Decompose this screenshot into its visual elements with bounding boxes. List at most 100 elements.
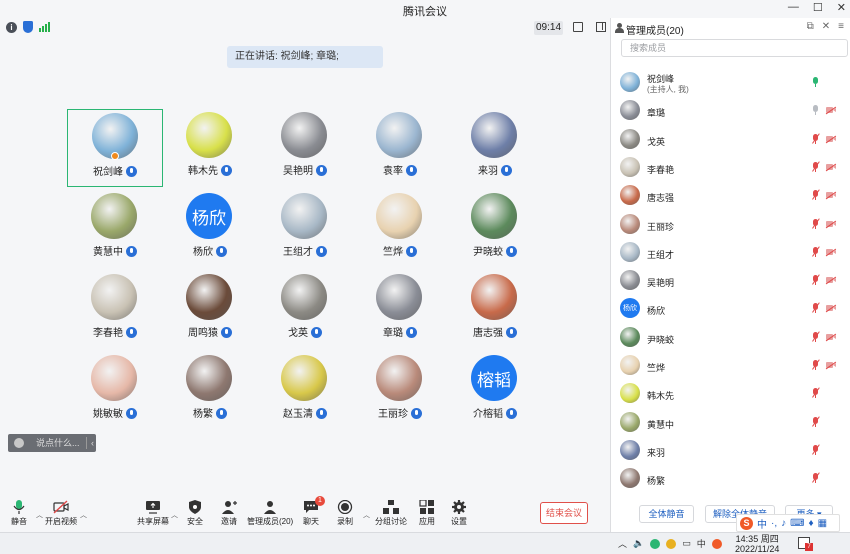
- participant-tile[interactable]: 吴艳明: [257, 109, 353, 187]
- member-row[interactable]: 竺烨: [611, 351, 850, 379]
- member-row[interactable]: 杨繁: [611, 464, 850, 492]
- participant-tile[interactable]: 榕韬 介榕韬: [447, 352, 543, 430]
- share-screen-button[interactable]: 共享屏幕: [136, 500, 170, 527]
- member-row[interactable]: 唐志强: [611, 181, 850, 209]
- toolbox-icon[interactable]: ▦: [818, 518, 827, 529]
- close-icon[interactable]: ✕: [837, 1, 846, 14]
- participant-tile[interactable]: 韩木先: [162, 109, 258, 187]
- chevron-up-icon[interactable]: ︿: [80, 510, 87, 520]
- member-row[interactable]: 杨欣 杨欣: [611, 294, 850, 322]
- info-icon[interactable]: i: [6, 21, 17, 33]
- emoji-icon[interactable]: [14, 438, 24, 448]
- mic-muted-icon[interactable]: [812, 359, 820, 370]
- participant-tile[interactable]: 唐志强: [447, 271, 543, 349]
- app-tray-icon[interactable]: [650, 538, 661, 549]
- participant-tile[interactable]: 赵玉清: [257, 352, 353, 430]
- notification-icon[interactable]: 7: [798, 537, 813, 551]
- security-tray-icon[interactable]: [666, 538, 677, 549]
- camera-off-icon[interactable]: [825, 248, 837, 257]
- chat-button[interactable]: 1 聊天: [300, 496, 325, 527]
- end-meeting-button[interactable]: 结束会议: [540, 502, 588, 524]
- video-button[interactable]: 开启视频: [44, 500, 78, 527]
- participant-tile[interactable]: 尹晓蛟: [447, 190, 543, 268]
- mic-muted-icon[interactable]: [812, 415, 820, 427]
- tray-ime-mode[interactable]: 中: [697, 537, 706, 550]
- participant-tile[interactable]: 来羽: [447, 109, 543, 187]
- mic-muted-icon[interactable]: [812, 274, 820, 286]
- minimize-icon[interactable]: —: [788, 1, 799, 14]
- voice-icon[interactable]: ♪: [781, 518, 786, 529]
- participant-tile[interactable]: 周鸣猿: [162, 271, 258, 349]
- participant-tile[interactable]: 李春艳: [67, 271, 163, 349]
- participant-tile[interactable]: 姚敏敏: [67, 352, 163, 430]
- mic-muted-icon[interactable]: [812, 189, 820, 201]
- manage-members-button[interactable]: 管理成员(20): [247, 500, 293, 527]
- mic-muted-icon[interactable]: [812, 217, 820, 229]
- microphone-icon[interactable]: [812, 77, 819, 87]
- camera-off-icon[interactable]: [825, 191, 837, 200]
- shield-icon[interactable]: [23, 21, 33, 33]
- maximize-icon[interactable]: ☐: [813, 1, 823, 14]
- camera-off-icon[interactable]: [825, 106, 837, 115]
- tray-expand-icon[interactable]: ︿: [618, 537, 627, 550]
- participant-tile[interactable]: 竺烨: [352, 190, 448, 268]
- member-row[interactable]: 王组才: [611, 238, 850, 266]
- camera-off-icon[interactable]: [825, 276, 837, 285]
- system-clock[interactable]: 14:35 周四 2022/11/24: [735, 534, 779, 554]
- member-row[interactable]: 吴艳明: [611, 266, 850, 294]
- member-search-input[interactable]: 搜索成员: [621, 39, 848, 57]
- member-row[interactable]: 王丽珍: [611, 210, 850, 238]
- mic-muted-icon[interactable]: [812, 444, 820, 455]
- sogou-tray-icon[interactable]: [711, 538, 722, 549]
- mic-muted-icon[interactable]: [812, 331, 820, 342]
- mic-muted-icon[interactable]: [812, 387, 820, 399]
- member-row[interactable]: 韩木先: [611, 379, 850, 407]
- camera-off-icon[interactable]: [825, 361, 837, 370]
- participant-tile[interactable]: 袁率: [352, 109, 448, 187]
- close-panel-icon[interactable]: ✕: [822, 21, 830, 32]
- chevron-left-icon[interactable]: ‹: [91, 434, 94, 452]
- popout-icon[interactable]: ⧉: [807, 21, 814, 32]
- chevron-up-icon[interactable]: ︿: [36, 510, 43, 520]
- member-row[interactable]: 戈英: [611, 125, 850, 153]
- settings-button[interactable]: 设置: [448, 500, 470, 527]
- participant-tile[interactable]: 王组才: [257, 190, 353, 268]
- member-row[interactable]: 祝剑峰 (主持人, 我): [611, 68, 850, 96]
- mic-muted-icon[interactable]: [812, 132, 820, 144]
- network-icon[interactable]: ▭: [682, 538, 691, 549]
- mic-muted-icon[interactable]: [812, 302, 820, 314]
- fullscreen-icon[interactable]: [573, 22, 583, 32]
- keyboard-icon[interactable]: ⌨: [790, 518, 804, 529]
- chevron-up-icon[interactable]: ︿: [171, 510, 178, 520]
- invite-button[interactable]: 邀请: [218, 500, 240, 527]
- microphone-icon[interactable]: [812, 105, 819, 116]
- apps-button[interactable]: 应用: [416, 499, 438, 527]
- security-button[interactable]: 安全: [184, 500, 206, 527]
- camera-off-icon[interactable]: [825, 220, 837, 229]
- ime-mode[interactable]: 中: [757, 516, 767, 531]
- breakout-button[interactable]: 分组讨论: [374, 500, 408, 527]
- participant-tile[interactable]: 杨欣 杨欣: [162, 190, 258, 268]
- volume-icon[interactable]: 🔈: [633, 538, 644, 549]
- mute-button[interactable]: 静音: [6, 500, 32, 527]
- participant-tile[interactable]: 戈英: [257, 271, 353, 349]
- member-row[interactable]: 李春艳: [611, 153, 850, 181]
- member-row[interactable]: 章璐: [611, 96, 850, 124]
- skin-icon[interactable]: ♦: [809, 518, 814, 529]
- punctuation-icon[interactable]: ·,: [771, 518, 777, 529]
- chat-input[interactable]: 说点什么... ‹: [8, 434, 96, 452]
- menu-icon[interactable]: ≡: [838, 21, 844, 32]
- participant-tile[interactable]: 章璐: [352, 271, 448, 349]
- side-panel-icon[interactable]: [596, 22, 606, 32]
- mic-muted-icon[interactable]: [812, 246, 820, 257]
- signal-icon[interactable]: [39, 22, 50, 32]
- chevron-up-icon[interactable]: ︿: [363, 510, 370, 520]
- participant-tile[interactable]: 黄慧中: [67, 190, 163, 268]
- member-row[interactable]: 黄慧中: [611, 408, 850, 436]
- camera-off-icon[interactable]: [825, 163, 837, 172]
- camera-off-icon[interactable]: [825, 333, 837, 342]
- participant-tile[interactable]: 祝剑峰: [67, 109, 163, 187]
- record-button[interactable]: 录制: [334, 499, 356, 527]
- mute-all-button[interactable]: 全体静音: [639, 505, 694, 523]
- participant-tile[interactable]: 王丽珍: [352, 352, 448, 430]
